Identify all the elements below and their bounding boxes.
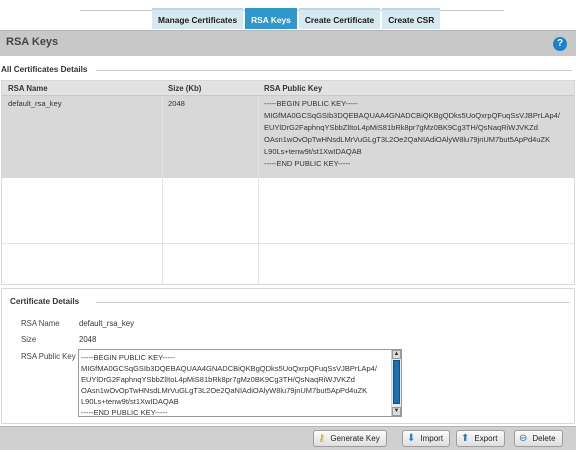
page-title: RSA Keys — [6, 36, 59, 48]
import-button[interactable]: ⬇ Import — [402, 430, 451, 447]
tab-rsa-keys[interactable]: RSA Keys — [245, 8, 297, 29]
tab-create-csr[interactable]: Create CSR — [382, 8, 441, 29]
column-divider — [162, 96, 163, 284]
column-header-public-key[interactable]: RSA Public Key — [264, 84, 322, 93]
public-key-line: MIGfMA0GCSqGSIb3DQEBAQUAA4GNADCBiQKBgQDk… — [81, 364, 377, 373]
table-header: RSA Name Size (Kb) RSA Public Key — [2, 81, 574, 96]
column-divider — [258, 96, 259, 284]
all-certificates-section-title: All Certificates Details — [1, 65, 88, 74]
page-header: RSA Keys ? — [0, 30, 576, 56]
export-button[interactable]: ⬆ Export — [456, 430, 505, 447]
scroll-down-icon[interactable]: ▼ — [392, 407, 401, 416]
import-label: Import — [420, 434, 444, 443]
certificate-details-panel: Certificate Details RSA Name default_rsa… — [1, 288, 575, 424]
scroll-thumb[interactable] — [393, 360, 400, 404]
row-size: 2048 — [168, 99, 185, 108]
row-public-key: -----BEGIN PUBLIC KEY----- MIGfMA0GCSqGS… — [264, 98, 560, 170]
delete-button[interactable]: ⊖ Delete — [514, 430, 563, 447]
export-label: Export — [474, 434, 498, 443]
import-icon: ⬇ — [407, 432, 416, 444]
public-key-line: MIGfMA0GCSqGSIb3DQEBAQUAA4GNADCBiQKBgQDk… — [264, 111, 560, 120]
tab-bar: Manage Certificates RSA Keys Create Cert… — [0, 0, 576, 30]
public-key-line: -----BEGIN PUBLIC KEY----- — [81, 353, 175, 362]
section-divider — [96, 70, 572, 71]
size-label: Size — [21, 335, 37, 344]
table-row[interactable]: default_rsa_key 2048 -----BEGIN PUBLIC K… — [2, 96, 574, 178]
public-key-line: -----BEGIN PUBLIC KEY----- — [264, 99, 358, 108]
row-rsa-name: default_rsa_key — [8, 99, 62, 108]
public-key-line: OAsn1wOvOpTwHNsdLMrVuGLgT3L2Oe2QaNIAdiOA… — [264, 135, 551, 144]
public-key-label: RSA Public Key — [21, 352, 76, 361]
public-key-line: EUYlDrG2FaphnqYSbbZlItoL4pMiS81bRk8pr7gM… — [264, 123, 538, 132]
textarea-scrollbar[interactable]: ▲ ▼ — [391, 350, 401, 416]
section-divider — [96, 302, 570, 303]
scroll-up-icon[interactable]: ▲ — [392, 350, 401, 359]
export-icon: ⬆ — [461, 432, 470, 444]
tab-list: Manage Certificates RSA Keys Create Cert… — [152, 8, 442, 29]
rsa-name-value: default_rsa_key — [79, 319, 135, 328]
footer-toolbar: ⚷ Generate Key ⬇ Import ⬆ Export ⊖ Delet… — [0, 426, 576, 450]
rsa-name-label: RSA Name — [21, 319, 60, 328]
public-key-text: -----BEGIN PUBLIC KEY----- MIGfMA0GCSqGS… — [81, 352, 377, 417]
public-key-line: OAsn1wOvOpTwHNsdLMrVuGLgT3L2Oe2QaNIAdiOA… — [81, 386, 368, 395]
generate-key-label: Generate Key — [330, 434, 380, 443]
rsa-keys-table: RSA Name Size (Kb) RSA Public Key defaul… — [1, 80, 575, 285]
row-divider — [2, 243, 574, 244]
tab-create-certificate[interactable]: Create Certificate — [298, 8, 381, 29]
column-header-rsa-name[interactable]: RSA Name — [8, 84, 48, 93]
public-key-line: -----END PUBLIC KEY----- — [81, 408, 168, 417]
public-key-line: -----END PUBLIC KEY----- — [264, 159, 351, 168]
certificate-details-title: Certificate Details — [10, 297, 80, 306]
generate-key-button[interactable]: ⚷ Generate Key — [313, 430, 387, 447]
tab-manage-certificates[interactable]: Manage Certificates — [152, 8, 244, 29]
public-key-line: L90Ls+tenw9t/st1XwIDAQAB — [264, 147, 362, 156]
delete-icon: ⊖ — [519, 432, 528, 444]
public-key-line: EUYlDrG2FaphnqYSbbZlItoL4pMiS81bRk8pr7gM… — [81, 375, 355, 384]
public-key-textarea[interactable]: -----BEGIN PUBLIC KEY----- MIGfMA0GCSqGS… — [78, 349, 402, 417]
size-value: 2048 — [79, 335, 97, 344]
delete-label: Delete — [532, 434, 556, 443]
public-key-line: L90Ls+tenw9t/st1XwIDAQAB — [81, 397, 179, 406]
help-icon[interactable]: ? — [553, 37, 567, 51]
column-header-size[interactable]: Size (Kb) — [168, 84, 201, 93]
key-icon: ⚷ — [318, 432, 326, 444]
